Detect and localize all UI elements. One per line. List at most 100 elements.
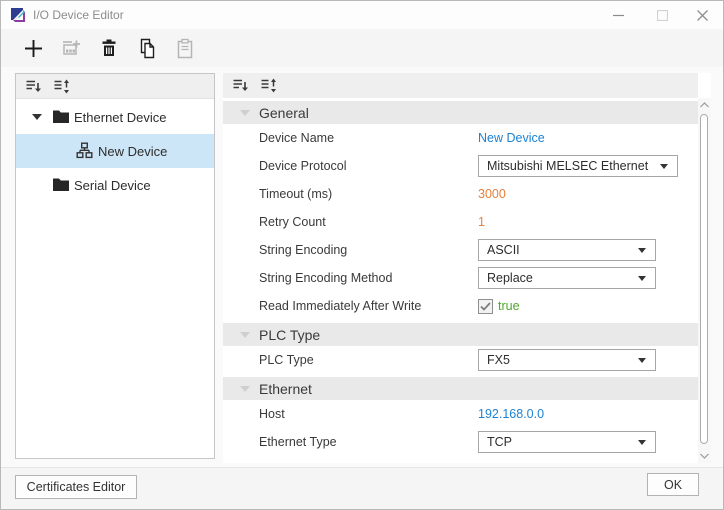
add-module-button[interactable] bbox=[57, 34, 85, 62]
prop-row-timeout: Timeout (ms) 3000 bbox=[223, 180, 698, 208]
certificates-editor-button[interactable]: Certificates Editor bbox=[15, 475, 137, 499]
prop-label: Timeout (ms) bbox=[259, 187, 333, 201]
expand-all-icon bbox=[261, 78, 276, 93]
chevron-down-icon bbox=[638, 248, 646, 253]
dropdown-value: ASCII bbox=[487, 243, 520, 257]
tree-item-ethernet-device[interactable]: Ethernet Device bbox=[16, 100, 214, 134]
section-collapse-icon bbox=[240, 331, 250, 338]
device-protocol-dropdown[interactable]: Mitsubishi MELSEC Ethernet bbox=[478, 155, 678, 177]
footer-bar: Certificates Editor OK bbox=[1, 467, 723, 509]
tree-collapse-all-button[interactable] bbox=[24, 77, 42, 95]
props-expand-all-button[interactable] bbox=[259, 77, 277, 95]
vertical-scrollbar[interactable] bbox=[698, 98, 711, 463]
section-header-general[interactable]: General bbox=[223, 101, 698, 124]
prop-label: Ethernet Type bbox=[259, 435, 337, 449]
prop-row-string-encoding: String Encoding ASCII bbox=[223, 236, 698, 264]
copy-device-button[interactable] bbox=[133, 34, 161, 62]
device-name-value[interactable]: New Device bbox=[478, 131, 545, 145]
tree-panel-toolbar bbox=[16, 74, 214, 99]
ethernet-type-dropdown[interactable]: TCP bbox=[478, 431, 656, 453]
dropdown-value: FX5 bbox=[487, 353, 510, 367]
titlebar: I/O Device Editor bbox=[1, 1, 723, 29]
close-button[interactable] bbox=[685, 1, 719, 29]
copy-icon bbox=[140, 38, 154, 58]
check-icon bbox=[480, 301, 491, 311]
scrollbar-thumb[interactable] bbox=[700, 114, 708, 444]
add-module-icon bbox=[63, 40, 80, 55]
prop-label: Device Protocol bbox=[259, 159, 347, 173]
device-tree: Ethernet Device New Device Serial Device bbox=[16, 100, 214, 458]
network-device-icon bbox=[76, 142, 93, 159]
device-tree-panel: Ethernet Device New Device Serial Device bbox=[15, 73, 215, 459]
prop-label: Read Immediately After Write bbox=[259, 299, 422, 313]
property-panel: General Device Name New Device Device Pr… bbox=[223, 73, 711, 463]
read-immediately-checkbox[interactable] bbox=[478, 298, 493, 314]
minimize-button[interactable] bbox=[601, 1, 635, 29]
prop-label: String Encoding bbox=[259, 243, 348, 257]
io-device-editor-window: I/O Device Editor Ethernet Device New De… bbox=[0, 0, 724, 510]
expander-down-icon[interactable] bbox=[32, 114, 42, 120]
string-encoding-method-dropdown[interactable]: Replace bbox=[478, 267, 656, 289]
tree-expand-all-button[interactable] bbox=[52, 77, 70, 95]
ok-button[interactable]: OK bbox=[647, 473, 699, 496]
dropdown-value: Mitsubishi MELSEC Ethernet bbox=[487, 159, 649, 173]
plc-type-dropdown[interactable]: FX5 bbox=[478, 349, 656, 371]
property-grid: General Device Name New Device Device Pr… bbox=[223, 98, 698, 463]
chevron-up-icon bbox=[700, 102, 709, 108]
prop-label: Device Name bbox=[259, 131, 335, 145]
section-header-ethernet[interactable]: Ethernet bbox=[223, 377, 698, 400]
add-device-button[interactable] bbox=[19, 34, 47, 62]
chevron-down-icon bbox=[660, 164, 668, 169]
section-collapse-icon bbox=[240, 385, 250, 392]
scroll-down-button[interactable] bbox=[698, 449, 711, 463]
property-panel-toolbar bbox=[223, 73, 698, 98]
prop-label: Host bbox=[259, 407, 285, 421]
string-encoding-dropdown[interactable]: ASCII bbox=[478, 239, 656, 261]
section-header-plc-type[interactable]: PLC Type bbox=[223, 323, 698, 346]
tree-item-label: Serial Device bbox=[74, 177, 151, 193]
props-collapse-all-button[interactable] bbox=[231, 77, 249, 95]
paste-device-button[interactable] bbox=[171, 34, 199, 62]
prop-label: Retry Count bbox=[259, 215, 326, 229]
prop-label: String Encoding Method bbox=[259, 271, 393, 285]
prop-row-plc-type: PLC Type FX5 bbox=[223, 346, 698, 374]
trash-icon bbox=[102, 39, 116, 56]
section-collapse-icon bbox=[240, 109, 250, 116]
tree-item-new-device[interactable]: New Device bbox=[16, 134, 214, 168]
expand-all-icon bbox=[54, 79, 69, 93]
prop-row-device-name: Device Name New Device bbox=[223, 124, 698, 152]
prop-label: PLC Type bbox=[259, 353, 314, 367]
prop-row-host: Host 192.168.0.0 bbox=[223, 400, 698, 428]
prop-row-ethernet-type: Ethernet Type TCP bbox=[223, 428, 698, 456]
scroll-up-button[interactable] bbox=[698, 98, 711, 112]
checkbox-value-label: true bbox=[498, 299, 520, 313]
chevron-down-icon bbox=[638, 440, 646, 445]
plus-icon bbox=[24, 39, 42, 57]
dropdown-value: Replace bbox=[487, 271, 533, 285]
collapse-all-icon bbox=[26, 80, 41, 92]
prop-row-device-protocol: Device Protocol Mitsubishi MELSEC Ethern… bbox=[223, 152, 698, 180]
collapse-all-icon bbox=[233, 79, 248, 91]
prop-row-retry-count: Retry Count 1 bbox=[223, 208, 698, 236]
dropdown-value: TCP bbox=[487, 435, 512, 449]
window-title: I/O Device Editor bbox=[33, 8, 124, 22]
host-value[interactable]: 192.168.0.0 bbox=[478, 407, 544, 421]
maximize-button[interactable] bbox=[645, 1, 679, 29]
chevron-down-icon bbox=[700, 453, 709, 459]
chevron-down-icon bbox=[638, 276, 646, 281]
section-title: Ethernet bbox=[259, 380, 312, 397]
folder-icon bbox=[53, 178, 69, 191]
section-title: General bbox=[259, 104, 309, 121]
prop-row-port: Port 5000 bbox=[223, 456, 698, 463]
app-logo-icon bbox=[11, 8, 25, 22]
delete-device-button[interactable] bbox=[95, 34, 123, 62]
prop-row-string-encoding-method: String Encoding Method Replace bbox=[223, 264, 698, 292]
paste-icon bbox=[177, 38, 193, 58]
tree-item-serial-device[interactable]: Serial Device bbox=[16, 168, 214, 202]
chevron-down-icon bbox=[638, 358, 646, 363]
retry-count-value[interactable]: 1 bbox=[478, 215, 485, 229]
timeout-value[interactable]: 3000 bbox=[478, 187, 506, 201]
prop-row-read-immediately: Read Immediately After Write true bbox=[223, 292, 698, 320]
section-title: PLC Type bbox=[259, 326, 321, 343]
main-toolbar bbox=[1, 29, 723, 67]
